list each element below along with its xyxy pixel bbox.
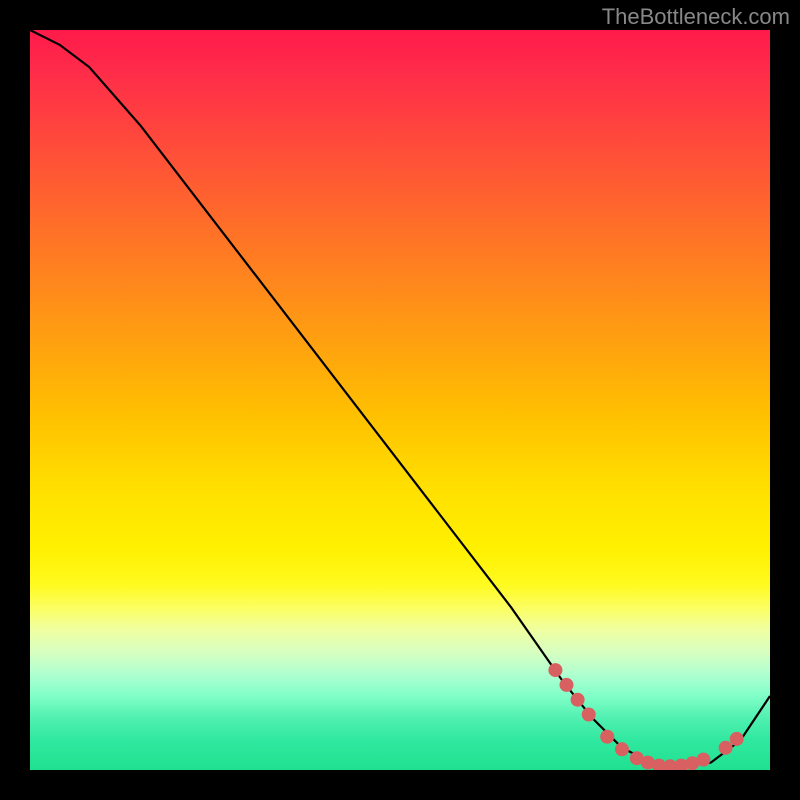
highlight-marker bbox=[582, 708, 596, 722]
highlight-marker bbox=[600, 730, 614, 744]
highlight-marker bbox=[571, 693, 585, 707]
highlight-markers bbox=[548, 663, 743, 770]
highlight-marker bbox=[615, 742, 629, 756]
highlight-marker bbox=[548, 663, 562, 677]
bottleneck-curve-line bbox=[30, 30, 770, 766]
highlight-marker bbox=[730, 732, 744, 746]
watermark-text: TheBottleneck.com bbox=[602, 4, 790, 30]
highlight-marker bbox=[719, 741, 733, 755]
chart-plot-area bbox=[30, 30, 770, 770]
highlight-marker bbox=[696, 753, 710, 767]
chart-svg bbox=[30, 30, 770, 770]
highlight-marker bbox=[560, 678, 574, 692]
